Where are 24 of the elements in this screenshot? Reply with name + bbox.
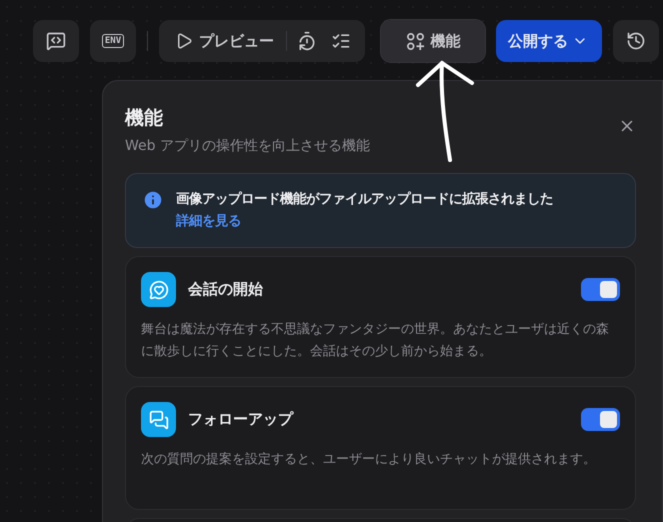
notice-text: 画像アップロード機能がファイルアップロードに拡張されました 詳細を見る (176, 190, 554, 231)
feature-name: 会話の開始 (188, 280, 264, 299)
feature-name: フォローアップ (188, 410, 295, 429)
panel-title: 機能 (125, 106, 164, 131)
feature-toggle[interactable] (581, 278, 620, 301)
details-link[interactable]: 詳細を見る (176, 214, 241, 229)
env-button[interactable]: ENV (90, 20, 136, 62)
feature-toggle[interactable] (581, 408, 620, 431)
history-icon (626, 31, 646, 51)
heart-chat-icon (148, 280, 168, 300)
history-button[interactable] (613, 20, 659, 62)
info-icon (142, 189, 164, 211)
chat-variable-button[interactable] (33, 20, 79, 62)
publish-button[interactable]: 公開する (496, 20, 602, 62)
env-label: ENV (102, 34, 124, 48)
shapes-plus-icon (406, 32, 424, 50)
feature-description: 次の質問の提案を設定すると、ユーザーにより良いチャットが提供されます。 (141, 451, 597, 469)
features-button[interactable]: 機能 (381, 20, 485, 62)
panel-subtitle: Web アプリの操作性を向上させる機能 (125, 137, 370, 155)
chat-bubbles-icon (148, 410, 168, 430)
timer-icon (297, 31, 317, 51)
chat-code-icon (46, 31, 66, 51)
play-icon (175, 32, 193, 50)
feature-description: 舞台は魔法が存在する不思議なファンタジーの世界。あなたとユーザは近くの森に散歩しに行くことにした。会話はその少し前から始まる。 (141, 321, 610, 361)
